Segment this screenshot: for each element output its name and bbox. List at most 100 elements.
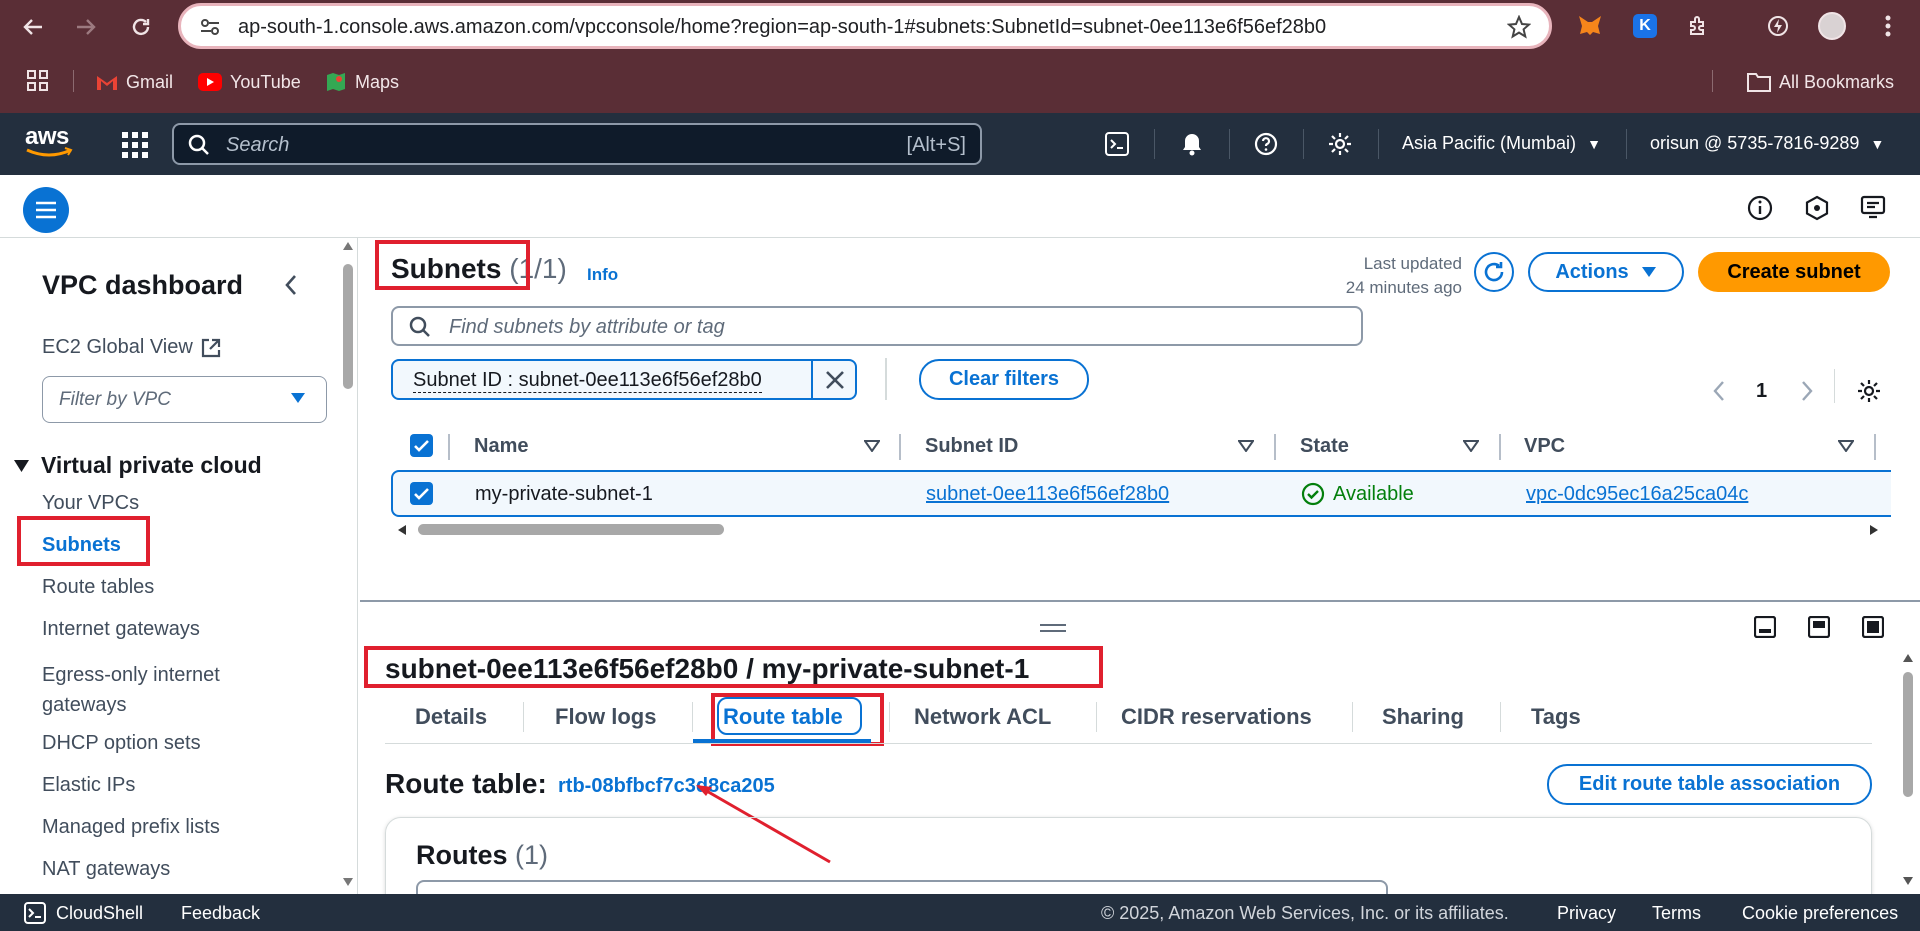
actions-button[interactable]: Actions [1528,252,1684,292]
sidebar-item-egress-only-internet-gateways[interactable]: Egress-only internet gateways [42,660,282,720]
sort-icon[interactable] [864,440,880,452]
cloudshell-icon[interactable] [1103,130,1131,158]
address-bar[interactable]: ap-south-1.console.aws.amazon.com/vpccon… [178,3,1552,49]
account-label: orisun @ 5735-7816-9289 [1650,133,1860,153]
profile-avatar[interactable] [1816,10,1848,42]
browser-menu-icon[interactable] [1872,10,1904,42]
split-panel-divider[interactable] [360,600,1920,602]
extensions-puzzle-icon[interactable] [1683,10,1715,42]
next-page-icon[interactable] [1801,380,1813,402]
notifications-bell-icon[interactable] [1178,130,1206,158]
column-header-state[interactable]: State [1300,435,1349,458]
privacy-link[interactable]: Privacy [1557,903,1616,924]
table-preferences-gear-icon[interactable] [1857,379,1881,403]
back-icon[interactable] [16,10,50,44]
scroll-right-icon[interactable] [1870,525,1878,535]
help-icon[interactable] [1252,130,1280,158]
vpc-filter-select[interactable]: Filter by VPC [42,376,327,423]
sidebar-item-your-vpcs[interactable]: Your VPCs [42,492,139,515]
site-info-icon[interactable] [199,16,221,38]
sidebar-item-elastic-ips[interactable]: Elastic IPs [42,774,135,797]
forward-icon[interactable] [69,10,103,44]
sidebar-item-dhcp-option-sets[interactable]: DHCP option sets [42,732,201,755]
current-page-number[interactable]: 1 [1756,380,1767,403]
bookmark-gmail[interactable]: Gmail [96,68,173,96]
table-horizontal-scrollbar[interactable] [394,520,1884,538]
column-header-subnet-id[interactable]: Subnet ID [925,435,1018,458]
sidebar-item-internet-gateways[interactable]: Internet gateways [42,618,200,641]
scroll-left-icon[interactable] [398,525,406,535]
sort-icon[interactable] [1238,440,1254,452]
drag-handle-icon[interactable] [1040,624,1066,632]
cloudshell-footer-button[interactable]: CloudShell [24,902,143,924]
services-menu-icon[interactable] [122,132,148,158]
aws-logo[interactable]: aws [25,123,75,157]
sidebar-item-managed-prefix-lists[interactable]: Managed prefix lists [42,816,220,839]
terms-link[interactable]: Terms [1652,903,1701,924]
security-hexagon-icon[interactable] [1804,195,1830,221]
reload-icon[interactable] [124,10,158,44]
bookmark-maps[interactable]: Maps [325,68,399,96]
apps-grid-icon[interactable] [27,70,49,92]
k-extension-icon[interactable]: K [1629,10,1661,42]
sidebar-item-route-tables[interactable]: Route tables [42,576,154,599]
sidebar-scrollbar[interactable] [340,238,356,894]
performance-icon[interactable] [1762,10,1794,42]
detail-scroll-thumb[interactable] [1903,672,1913,797]
remove-filter-button[interactable] [811,361,855,398]
all-bookmarks[interactable]: All Bookmarks [1747,68,1894,96]
panel-bottom-icon[interactable] [1754,616,1776,638]
sidebar-item-ec2-global-view[interactable]: EC2 Global View [42,336,221,359]
info-panel-icon[interactable] [1747,195,1773,221]
previous-page-icon[interactable] [1713,380,1725,402]
select-all-checkbox[interactable] [410,434,433,457]
panel-side-icon[interactable] [1808,616,1830,638]
last-updated-value: 24 minutes ago [1345,278,1462,297]
tab-tags[interactable]: Tags [1531,704,1581,730]
table-scroll-thumb[interactable] [418,524,724,535]
scroll-down-icon[interactable] [1903,877,1913,885]
tab-flow-logs[interactable]: Flow logs [555,704,656,730]
scroll-up-icon[interactable] [1903,654,1913,662]
cell-subnet-id-link[interactable]: subnet-0ee113e6f56ef28b0 [926,483,1169,506]
tab-network-acl[interactable]: Network ACL [914,704,1051,730]
info-link[interactable]: Info [587,265,618,285]
routes-title: Routes (1) [416,840,548,871]
detail-scrollbar[interactable] [1900,651,1916,894]
create-subnet-button[interactable]: Create subnet [1698,252,1890,292]
filter-chip-label[interactable]: Subnet ID : subnet-0ee113e6f56ef28b0 [413,369,762,393]
panel-maximize-icon[interactable] [1862,616,1884,638]
sidebar-item-nat-gateways[interactable]: NAT gateways [42,858,170,881]
collapse-sidebar-icon[interactable] [284,274,298,296]
sidebar-scroll-thumb[interactable] [343,264,353,389]
region-selector[interactable]: Asia Pacific (Mumbai) ▼ [1402,133,1601,154]
side-nav-toggle-icon[interactable] [23,187,69,233]
tab-details[interactable]: Details [415,704,487,730]
section-virtual-private-cloud[interactable]: Virtual private cloud [14,452,262,479]
cell-vpc-link[interactable]: vpc-0dc95ec16a25ca04c [1526,483,1748,506]
sort-icon[interactable] [1463,440,1479,452]
tab-cidr-reservations[interactable]: CIDR reservations [1121,704,1312,730]
clear-filters-button[interactable]: Clear filters [919,359,1089,400]
feedback-screen-icon[interactable] [1860,195,1886,221]
refresh-button[interactable] [1474,252,1514,292]
sort-icon[interactable] [1838,440,1854,452]
bookmark-youtube[interactable]: YouTube [198,68,301,96]
edit-route-table-association-button[interactable]: Edit route table association [1547,764,1872,805]
column-header-vpc[interactable]: VPC [1524,435,1565,458]
caret-down-icon [14,459,29,472]
scroll-down-icon[interactable] [343,878,353,886]
aws-search-box[interactable]: Search [Alt+S] [172,123,982,165]
scroll-up-icon[interactable] [343,242,353,250]
bookmark-star-icon[interactable] [1507,15,1531,39]
account-menu[interactable]: orisun @ 5735-7816-9289 ▼ [1650,133,1884,154]
table-row[interactable]: my-private-subnet-1 subnet-0ee113e6f56ef… [391,470,1891,517]
subnets-search-input[interactable]: Find subnets by attribute or tag [391,306,1363,346]
column-header-name[interactable]: Name [474,435,528,458]
metamask-extension-icon[interactable] [1574,10,1606,42]
feedback-link[interactable]: Feedback [181,903,260,924]
cookie-preferences-link[interactable]: Cookie preferences [1742,903,1898,924]
settings-gear-icon[interactable] [1326,130,1354,158]
tab-sharing[interactable]: Sharing [1382,704,1464,730]
row-checkbox[interactable] [410,482,433,505]
